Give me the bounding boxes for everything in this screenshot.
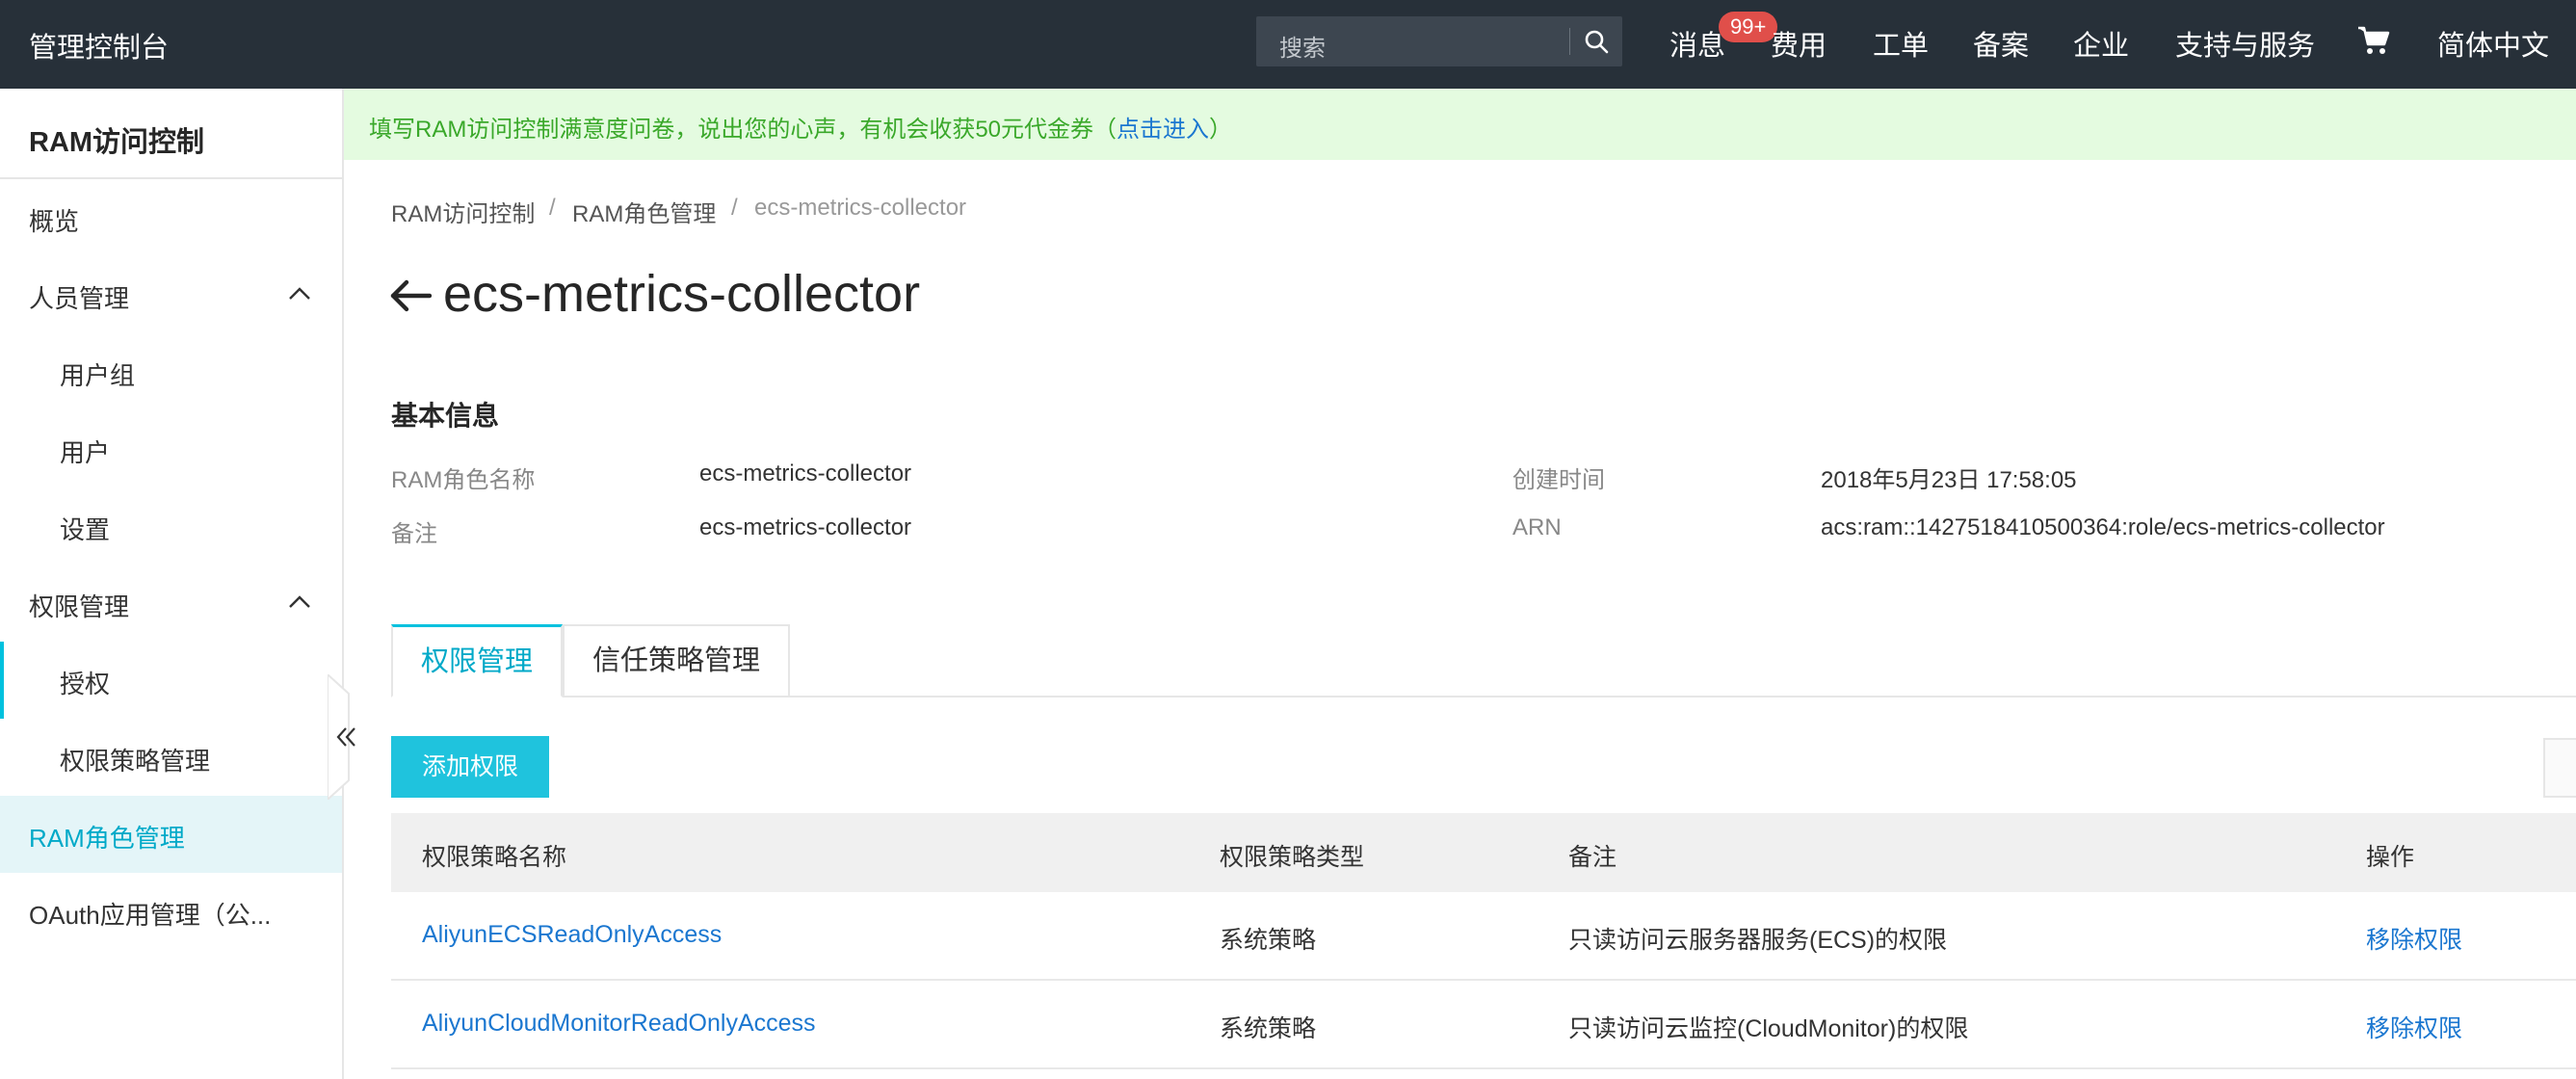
breadcrumb-separator: / — [731, 195, 738, 221]
sidebar-collapse-toggle[interactable] — [327, 671, 366, 803]
cart-icon[interactable] — [2356, 23, 2391, 58]
sidebar-item-users[interactable]: 用户 — [0, 410, 342, 487]
language-switch[interactable]: 简体中文 — [2437, 23, 2549, 64]
search-box[interactable]: 搜索 — [1256, 16, 1622, 66]
sidebar-item-overview[interactable]: 概览 — [0, 179, 342, 256]
created-time-value: 2018年5月23日 17:58:05 — [1821, 467, 2077, 493]
created-time-label: 创建时间 — [1512, 467, 1605, 493]
policy-note: 只读访问云服务器服务(ECS)的权限 — [1568, 927, 1948, 954]
sidebar-item-label: 权限策略管理 — [60, 747, 211, 776]
sidebar-item-permissions[interactable]: 权限管理 — [0, 565, 342, 642]
breadcrumb-ram-roles[interactable]: RAM角色管理 — [572, 195, 716, 228]
policy-name-link[interactable]: AliyunCloudMonitorReadOnlyAccess — [422, 1010, 816, 1038]
double-chevron-left-icon — [336, 727, 355, 747]
sidebar-item-label: 设置 — [60, 515, 111, 544]
chevron-up-icon — [289, 595, 310, 608]
basic-info-title: 基本信息 — [391, 401, 500, 431]
policy-type: 系统策略 — [1220, 927, 1317, 954]
tab-permissions[interactable]: 权限管理 — [391, 624, 563, 697]
chevron-up-icon — [289, 287, 310, 300]
tab-trust-policy[interactable]: 信任策略管理 — [563, 624, 790, 697]
policy-note: 只读访问云监控(CloudMonitor)的权限 — [1568, 1015, 1969, 1042]
arn-label: ARN — [1512, 514, 1562, 540]
nav-messages[interactable]: 消息 — [1669, 23, 1725, 64]
nav-enterprise[interactable]: 企业 — [2073, 23, 2129, 64]
sidebar-item-label: RAM角色管理 — [29, 824, 185, 853]
sidebar-item-label: 用户 — [60, 438, 111, 467]
notice-link[interactable]: 点击进入 — [1117, 117, 1209, 143]
add-permission-button[interactable]: 添加权限 — [391, 736, 549, 798]
sidebar-item-label: 授权 — [60, 670, 111, 698]
sidebar-item-settings[interactable]: 设置 — [0, 487, 342, 565]
console-title[interactable]: 管理控制台 — [29, 25, 169, 66]
sidebar-item-grants[interactable]: 授权 — [0, 642, 342, 719]
message-count-badge: 99+ — [1719, 12, 1778, 42]
breadcrumb-ram[interactable]: RAM访问控制 — [391, 195, 535, 228]
policy-name-link[interactable]: AliyunECSReadOnlyAccess — [422, 921, 722, 949]
sidebar-item-label: 用户组 — [60, 361, 136, 390]
nav-tickets[interactable]: 工单 — [1873, 23, 1929, 64]
back-arrow-icon[interactable] — [389, 279, 433, 312]
table-row: AliyunCloudMonitorReadOnlyAccess 系统策略 只读… — [391, 981, 2576, 1069]
search-input[interactable]: 搜索 — [1279, 29, 1326, 63]
table-row: AliyunECSReadOnlyAccess 系统策略 只读访问云服务器服务(… — [391, 892, 2576, 981]
notice-text: 填写RAM访问控制满意度问卷，说出您的心声，有机会收获50元代金券（点击进入） — [369, 110, 1232, 144]
sidebar: RAM访问控制 概览 人员管理 用户组 用户 设置 权限管理 授权 权限策略管理… — [0, 89, 344, 1079]
refresh-button[interactable] — [2543, 738, 2576, 798]
arn-value: acs:ram::1427518410500364:role/ecs-metri… — [1821, 514, 2385, 540]
sidebar-item-policies[interactable]: 权限策略管理 — [0, 719, 342, 796]
breadcrumb-current: ecs-metrics-collector — [754, 195, 967, 221]
remove-permission-link[interactable]: 移除权限 — [2366, 921, 2462, 956]
nav-icp[interactable]: 备案 — [1973, 23, 2029, 64]
nav-support[interactable]: 支持与服务 — [2175, 23, 2315, 64]
remove-permission-link[interactable]: 移除权限 — [2366, 1010, 2462, 1044]
top-navigation-bar: 管理控制台 搜索 消息 99+ 费用 工单 备案 企业 支持与服务 简体中文 — [0, 0, 2576, 89]
note-value: ecs-metrics-collector — [699, 514, 912, 540]
role-name-label: RAM角色名称 — [391, 467, 536, 493]
sidebar-item-people[interactable]: 人员管理 — [0, 256, 342, 333]
policy-type: 系统策略 — [1220, 1015, 1317, 1042]
search-button[interactable] — [1570, 16, 1622, 66]
role-name-value: ecs-metrics-collector — [699, 461, 912, 487]
note-label: 备注 — [391, 521, 437, 547]
search-icon — [1585, 30, 1609, 54]
column-header-note: 备注 — [1568, 844, 1617, 871]
sidebar-item-label: 人员管理 — [29, 284, 130, 313]
sidebar-item-label: OAuth应用管理（公... — [29, 901, 272, 930]
sidebar-item-ram-roles[interactable]: RAM角色管理 — [0, 796, 342, 873]
sidebar-header: RAM访问控制 — [29, 127, 205, 158]
sidebar-item-user-groups[interactable]: 用户组 — [0, 333, 342, 410]
sidebar-item-label: 概览 — [29, 207, 80, 236]
column-header-actions: 操作 — [2366, 844, 2415, 871]
sidebar-item-oauth-apps[interactable]: OAuth应用管理（公... — [0, 873, 342, 950]
notice-suffix: ） — [1209, 117, 1233, 143]
sidebar-item-label: 权限管理 — [29, 592, 130, 621]
column-header-policy-type: 权限策略类型 — [1220, 844, 1365, 871]
page-title: ecs-metrics-collector — [443, 265, 921, 323]
survey-notice: 填写RAM访问控制满意度问卷，说出您的心声，有机会收获50元代金券（点击进入） — [344, 89, 2576, 160]
notice-message: 填写RAM访问控制满意度问卷，说出您的心声，有机会收获50元代金券（ — [369, 117, 1117, 143]
breadcrumb-separator: / — [549, 195, 556, 221]
nav-billing[interactable]: 费用 — [1771, 23, 1827, 64]
column-header-policy-name: 权限策略名称 — [422, 844, 567, 871]
table-header: 权限策略名称 权限策略类型 备注 操作 — [391, 813, 2576, 892]
